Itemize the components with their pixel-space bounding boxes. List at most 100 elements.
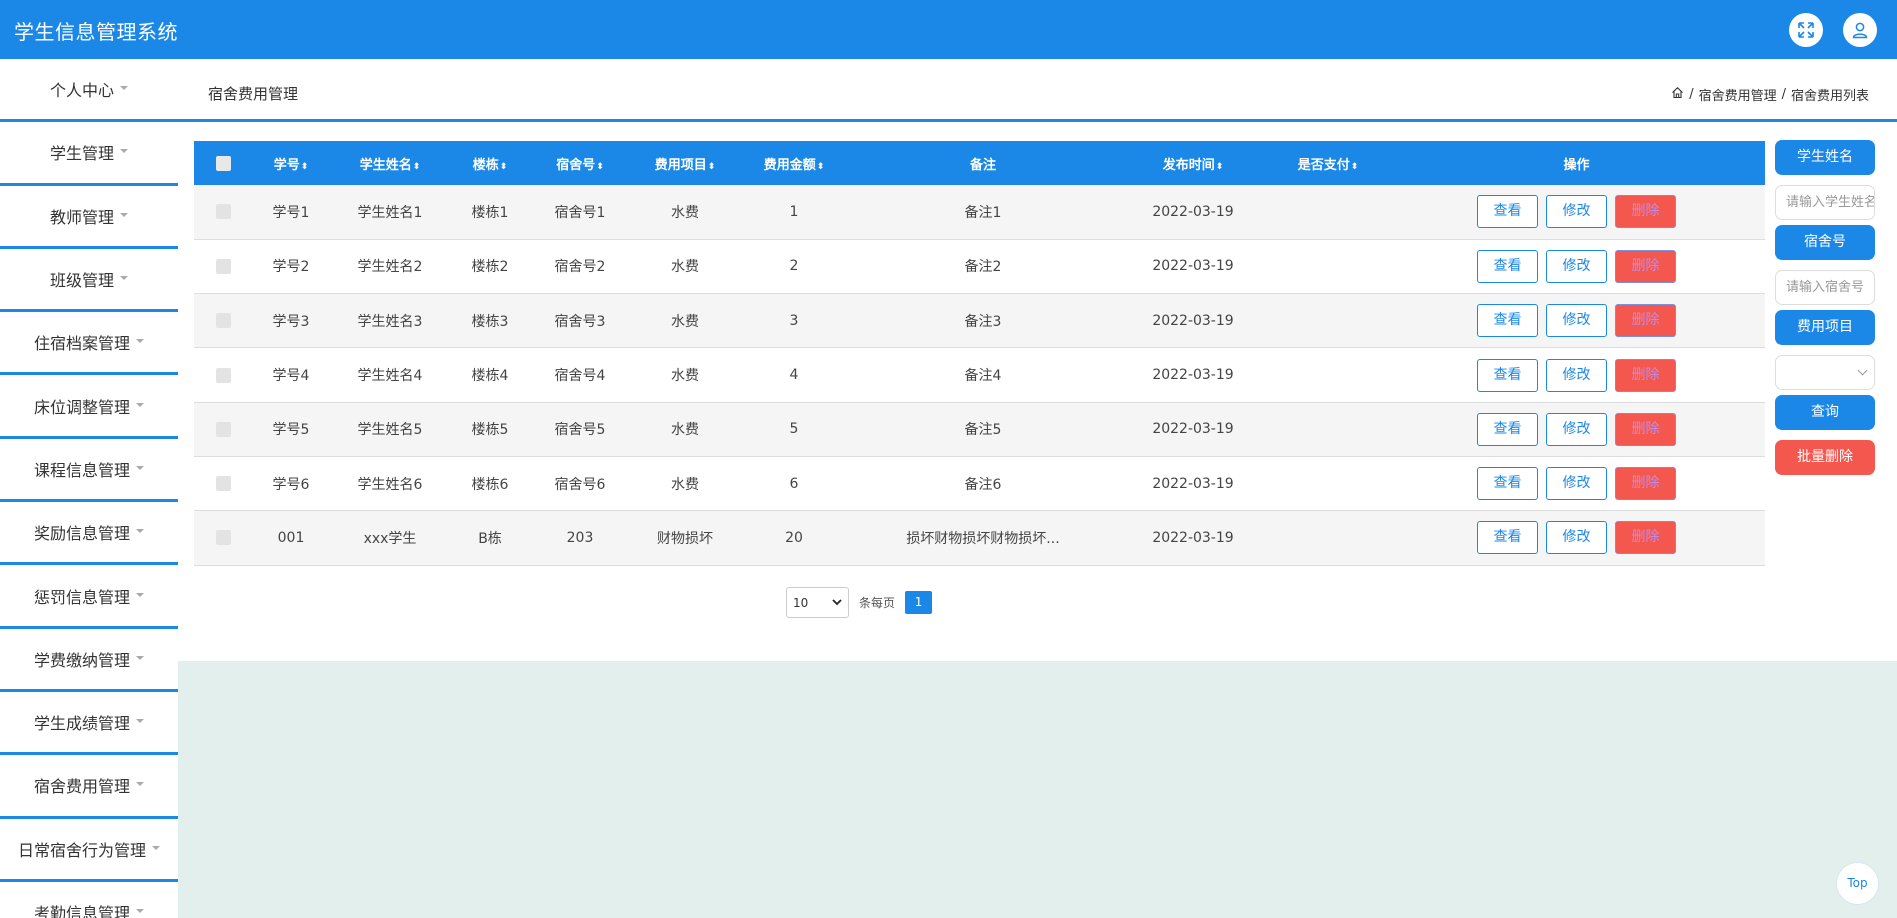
cell-paid <box>1268 294 1388 348</box>
fullscreen-icon[interactable] <box>1789 13 1823 47</box>
column-header-student-id[interactable]: 学号⬍ <box>252 141 330 185</box>
view-button[interactable]: 查看 <box>1477 195 1538 229</box>
sidebar-item-label: 考勤信息管理 <box>33 904 130 918</box>
column-header-fee-item[interactable]: 费用项目⬍ <box>630 141 740 185</box>
page-number-current[interactable]: 1 <box>905 591 933 614</box>
home-icon[interactable] <box>1671 86 1684 103</box>
cell-item: 水费 <box>671 368 699 385</box>
cell-note: 备注1 <box>964 204 1002 221</box>
row-checkbox[interactable] <box>194 456 252 510</box>
view-button[interactable]: 查看 <box>1477 304 1538 338</box>
sidebar-item-label: 惩罚信息管理 <box>33 587 130 607</box>
caret-down-icon <box>136 402 144 407</box>
breadcrumb-separator: / <box>1781 87 1786 102</box>
column-header-publish-time[interactable]: 发布时间⬍ <box>1118 141 1268 185</box>
view-button[interactable]: 查看 <box>1477 358 1538 392</box>
edit-button[interactable]: 修改 <box>1546 467 1607 501</box>
delete-button[interactable]: 删除 <box>1615 249 1676 283</box>
sidebar-item[interactable]: 学生管理 <box>0 122 178 186</box>
delete-button[interactable]: 删除 <box>1615 467 1676 501</box>
cell-name: xxx学生 <box>363 530 417 547</box>
cell-item: 水费 <box>671 313 699 330</box>
cell-note: 备注4 <box>964 368 1002 385</box>
batch-delete-button[interactable]: 批量删除 <box>1775 440 1875 475</box>
cell-room: 宿舍号6 <box>554 476 606 493</box>
sidebar-item[interactable]: 个人中心 <box>0 59 178 123</box>
back-to-top-button[interactable]: Top <box>1836 862 1879 905</box>
column-header-paid[interactable]: 是否支付⬍ <box>1268 141 1388 185</box>
select-all-checkbox[interactable] <box>194 141 252 185</box>
query-button[interactable]: 查询 <box>1775 395 1875 430</box>
caret-down-icon <box>136 465 144 470</box>
edit-button[interactable]: 修改 <box>1546 358 1607 392</box>
caret-down-icon <box>120 276 128 281</box>
cell-name: 学生姓名5 <box>357 422 423 439</box>
breadcrumb-item-fee-list: 宿舍费用列表 <box>1790 89 1869 104</box>
cell-time: 2022-03-19 <box>1152 203 1234 220</box>
column-header-building[interactable]: 楼栋⬍ <box>450 141 530 185</box>
row-checkbox[interactable] <box>194 294 252 348</box>
view-button[interactable]: 查看 <box>1477 467 1538 501</box>
filter-label-student-name: 学生姓名 <box>1775 140 1875 175</box>
user-icon[interactable] <box>1843 13 1877 47</box>
cell-id: 学号4 <box>272 368 310 385</box>
room-input[interactable]: 请输入宿舍号 <box>1775 270 1875 305</box>
caret-down-icon <box>136 909 144 913</box>
sidebar-item-label: 住宿档案管理 <box>33 334 130 354</box>
edit-button[interactable]: 修改 <box>1546 304 1607 338</box>
row-checkbox[interactable] <box>194 185 252 239</box>
chevron-down-icon <box>832 599 842 606</box>
sidebar-item[interactable]: 班级管理 <box>0 249 178 313</box>
page-size-select[interactable]: 10 <box>786 587 849 618</box>
delete-button[interactable]: 删除 <box>1615 358 1676 392</box>
fee-table: 学号⬍ 学生姓名⬍ 楼栋⬍ 宿舍号⬍ 费用项目⬍ 费用金额⬍ 备注 发布时间⬍ … <box>194 141 1765 566</box>
breadcrumb-item-fee-management[interactable]: 宿舍费用管理 <box>1699 85 1777 104</box>
delete-button[interactable]: 删除 <box>1615 304 1676 338</box>
sidebar-item[interactable]: 学费缴纳管理 <box>0 629 178 692</box>
edit-button[interactable]: 修改 <box>1546 249 1607 283</box>
caret-down-icon <box>120 86 128 91</box>
delete-button[interactable]: 删除 <box>1615 412 1676 446</box>
sidebar-item[interactable]: 课程信息管理 <box>0 439 178 503</box>
edit-button[interactable]: 修改 <box>1546 521 1607 555</box>
column-header-room[interactable]: 宿舍号⬍ <box>530 141 630 185</box>
delete-button[interactable]: 删除 <box>1615 521 1676 555</box>
cell-item: 水费 <box>671 204 699 221</box>
sidebar-item-label: 宿舍费用管理 <box>33 777 130 797</box>
cell-paid <box>1268 239 1388 293</box>
sidebar-item-label: 床位调整管理 <box>33 397 130 417</box>
sidebar-item[interactable]: 考勤信息管理 <box>0 882 178 918</box>
cell-amount: 2 <box>789 258 799 275</box>
sidebar-item[interactable]: 宿舍费用管理 <box>0 755 178 819</box>
view-button[interactable]: 查看 <box>1477 521 1538 555</box>
cell-time: 2022-03-19 <box>1152 475 1234 492</box>
column-header-fee-amount[interactable]: 费用金额⬍ <box>740 141 848 185</box>
edit-button[interactable]: 修改 <box>1546 412 1607 446</box>
row-checkbox[interactable] <box>194 402 252 456</box>
cell-paid <box>1268 185 1388 239</box>
sidebar-item[interactable]: 床位调整管理 <box>0 375 178 439</box>
cell-amount: 4 <box>789 367 799 384</box>
sidebar-item[interactable]: 惩罚信息管理 <box>0 565 178 629</box>
sidebar-item[interactable]: 住宿档案管理 <box>0 312 178 376</box>
sidebar-item[interactable]: 日常宿舍行为管理 <box>0 819 178 882</box>
cell-actions: 查看 修改 删除 <box>1388 402 1765 456</box>
sidebar-item[interactable]: 学生成绩管理 <box>0 692 178 756</box>
sidebar-item[interactable]: 教师管理 <box>0 186 178 249</box>
app-title: 学生信息管理系统 <box>14 20 178 44</box>
fee-item-select[interactable] <box>1775 355 1875 390</box>
cell-building: 楼栋2 <box>471 259 509 276</box>
row-checkbox[interactable] <box>194 239 252 293</box>
column-header-student-name[interactable]: 学生姓名⬍ <box>330 141 450 185</box>
caret-down-icon <box>152 845 160 850</box>
sidebar-item[interactable]: 奖励信息管理 <box>0 502 178 566</box>
view-button[interactable]: 查看 <box>1477 412 1538 446</box>
sidebar-item-label: 个人中心 <box>49 81 114 101</box>
delete-button[interactable]: 删除 <box>1615 195 1676 229</box>
cell-actions: 查看 修改 删除 <box>1388 185 1765 239</box>
student-name-input[interactable]: 请输入学生姓名 <box>1775 185 1875 220</box>
row-checkbox[interactable] <box>194 511 252 565</box>
view-button[interactable]: 查看 <box>1477 249 1538 283</box>
row-checkbox[interactable] <box>194 348 252 402</box>
edit-button[interactable]: 修改 <box>1546 195 1607 229</box>
